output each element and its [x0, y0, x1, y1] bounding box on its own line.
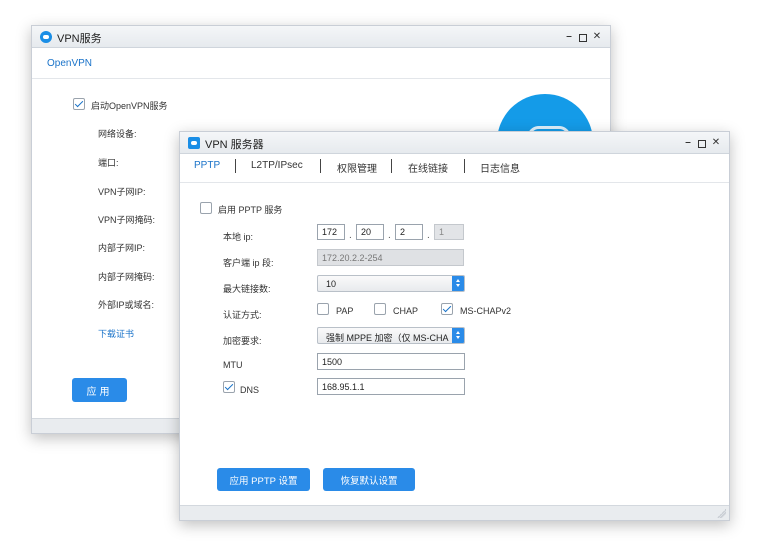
- dns-checkbox[interactable]: [223, 381, 235, 393]
- restore-defaults-button[interactable]: 恢复默认设置: [323, 468, 415, 491]
- ip-dot: .: [427, 230, 430, 241]
- tab-divider: [320, 159, 321, 173]
- download-certificate-link[interactable]: 下载证书: [98, 327, 134, 340]
- tab-divider: [391, 159, 392, 173]
- window-title: VPN服务: [57, 33, 102, 45]
- encryption-label: 加密要求:: [223, 336, 262, 346]
- tab-logs[interactable]: 日志信息: [480, 160, 520, 175]
- field-label: 网络设备:: [98, 129, 137, 139]
- vpn-icon: [188, 137, 200, 149]
- dns-input[interactable]: 168.95.1.1: [317, 378, 465, 395]
- tab-online-connections[interactable]: 在线链接: [408, 160, 448, 175]
- auth-pap-label: PAP: [336, 306, 354, 316]
- window-title: VPN 服务器: [205, 139, 264, 151]
- ip-dot: .: [388, 230, 391, 241]
- resize-handle-icon[interactable]: [717, 509, 726, 518]
- enable-openvpn-label: 启动OpenVPN服务: [91, 101, 168, 111]
- dns-label: DNS: [240, 385, 260, 395]
- enable-pptp-label: 启用 PPTP 服务: [218, 205, 283, 215]
- field-label: VPN子网IP:: [98, 187, 146, 197]
- ip-dot: .: [349, 230, 352, 241]
- maximize-icon[interactable]: [578, 31, 588, 42]
- auth-pap-checkbox[interactable]: [317, 303, 329, 315]
- auth-mschapv2-checkbox[interactable]: [441, 303, 453, 315]
- select-value: 强制 MPPE 加密（仅 MS-CHA: [326, 333, 449, 343]
- local-ip-octet-2[interactable]: 20: [356, 224, 384, 240]
- tab-openvpn[interactable]: OpenVPN: [47, 58, 92, 69]
- apply-pptp-settings-button[interactable]: 应用 PPTP 设置: [217, 468, 310, 491]
- field-label: VPN子网掩码:: [98, 215, 156, 225]
- max-connections-select[interactable]: 10: [317, 275, 465, 292]
- tab-permissions[interactable]: 权限管理: [337, 160, 377, 175]
- titlebar[interactable]: VPN 服务器 – ✕: [180, 132, 729, 154]
- tab-bar: PPTP L2TP/IPsec 权限管理 在线链接 日志信息: [180, 154, 729, 182]
- client-range-label: 客户端 ip 段:: [223, 258, 274, 268]
- apply-button[interactable]: 应用: [72, 378, 127, 402]
- local-ip-octet-4: 1: [434, 224, 464, 240]
- vpn-server-window: VPN 服务器 – ✕ PPTP L2TP/IPsec 权限管理 在线链接 日志…: [179, 131, 730, 521]
- auth-method-label: 认证方式:: [223, 310, 262, 320]
- auth-chap-checkbox[interactable]: [374, 303, 386, 315]
- local-ip-label: 本地 ip:: [223, 232, 254, 242]
- auth-chap-label: CHAP: [393, 306, 419, 316]
- divider: [180, 182, 729, 183]
- max-connections-label: 最大链接数:: [223, 284, 271, 294]
- mtu-label: MTU: [223, 360, 243, 370]
- field-label: 内部子网掩码:: [98, 272, 155, 282]
- enable-openvpn-checkbox[interactable]: [73, 98, 85, 110]
- enable-pptp-checkbox[interactable]: [200, 202, 212, 214]
- client-ip-range-field: 172.20.2.2-254: [317, 249, 464, 266]
- vpn-icon: [40, 31, 52, 43]
- tab-pptp[interactable]: PPTP: [194, 160, 220, 171]
- chevron-updown-icon: [452, 276, 464, 291]
- tab-divider: [235, 159, 236, 173]
- titlebar[interactable]: VPN服务 – ✕: [32, 26, 610, 48]
- mtu-input[interactable]: 1500: [317, 353, 465, 370]
- close-icon[interactable]: ✕: [592, 31, 602, 43]
- local-ip-octet-1[interactable]: 172: [317, 224, 345, 240]
- tab-l2tp-ipsec[interactable]: L2TP/IPsec: [251, 160, 303, 171]
- auth-mschapv2-label: MS-CHAPv2: [460, 306, 512, 316]
- status-bar: [180, 505, 729, 520]
- field-label: 内部子网IP:: [98, 243, 146, 253]
- field-label: 端口:: [98, 158, 119, 168]
- close-icon[interactable]: ✕: [711, 137, 721, 149]
- maximize-icon[interactable]: [697, 137, 707, 148]
- chevron-updown-icon: [452, 328, 464, 343]
- field-label: 外部IP或域名:: [98, 300, 155, 310]
- divider: [32, 78, 610, 79]
- minimize-icon[interactable]: –: [564, 31, 574, 43]
- encryption-select[interactable]: 强制 MPPE 加密（仅 MS-CHA: [317, 327, 465, 344]
- minimize-icon[interactable]: –: [683, 137, 693, 149]
- select-value: 10: [326, 279, 337, 289]
- tab-divider: [464, 159, 465, 173]
- local-ip-octet-3[interactable]: 2: [395, 224, 423, 240]
